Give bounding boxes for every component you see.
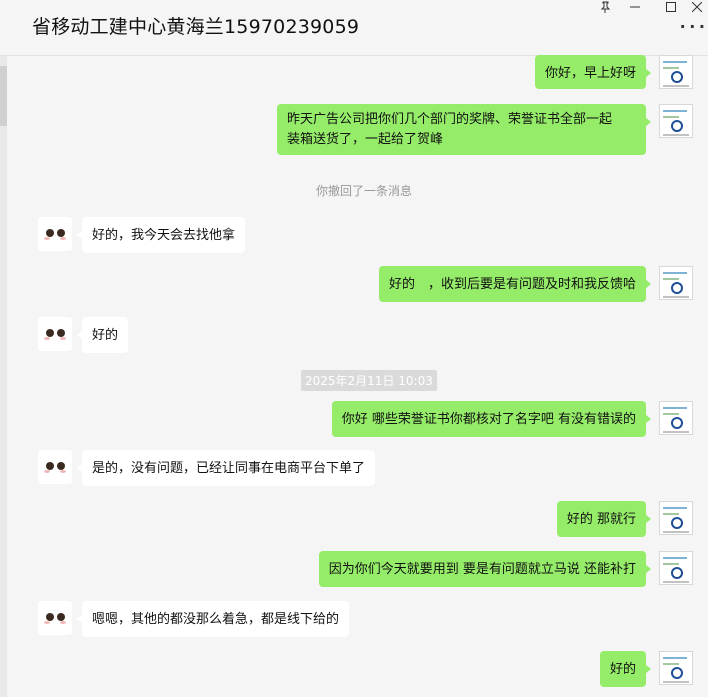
my-avatar[interactable] [659,501,693,535]
minimize-icon[interactable] [624,0,646,17]
message-bubble-sent[interactable]: 好的 那就行 [556,501,652,537]
message-text: 好的，我今天会去找他拿 [92,228,236,243]
contact-avatar[interactable] [38,450,72,484]
my-avatar[interactable] [659,104,693,138]
message-text: 你好，早上好呀 [544,66,636,81]
timestamp: 2025年2月11日 10:03 [301,370,437,391]
message-text: 好的 [609,662,636,677]
my-avatar[interactable] [659,401,693,435]
my-avatar[interactable] [659,55,693,89]
chat-title: 省移动工建中心黄海兰15970239059 [32,16,360,38]
close-icon[interactable] [686,0,708,17]
message-bubble-received[interactable]: 好的，我今天会去找他拿 [76,217,246,253]
message-bubble-sent[interactable]: 你好 哪些荣誉证书你都核对了名字吧 有没有错误的 [331,401,652,437]
title-bar: 省移动工建中心黄海兰15970239059 · · · [0,0,708,56]
my-avatar[interactable] [659,266,693,300]
recall-notice: 你撤回了一条消息 [316,184,413,198]
my-avatar[interactable] [659,551,693,585]
more-options-icon[interactable]: · · · [680,17,705,36]
message-bubble-sent[interactable]: 好的 ，收到后要是有问题及时和我反馈哈 [378,266,652,302]
message-bubble-sent[interactable]: 好的 [599,651,652,687]
message-text-line: 昨天广告公司把你们几个部门的奖牌、荣誉证书全部一起 [287,112,613,127]
message-bubble-received[interactable]: 是的，没有问题，已经让同事在电商平台下单了 [76,450,376,486]
message-text: 嗯嗯，其他的都没那么着急，都是线下给的 [92,612,340,627]
contact-avatar[interactable] [38,601,72,635]
contact-avatar[interactable] [38,317,72,351]
message-text: 好的 那就行 [566,512,636,527]
message-bubble-received[interactable]: 好的 [76,317,129,353]
message-bubble-sent[interactable]: 昨天广告公司把你们几个部门的奖牌、荣誉证书全部一起 装箱送货了，一起给了贺峰 [277,104,651,155]
my-avatar[interactable] [659,651,693,685]
message-text: 你好 哪些荣誉证书你都核对了名字吧 有没有错误的 [341,412,636,427]
message-text: 好的 ，收到后要是有问题及时和我反馈哈 [388,277,636,292]
pin-icon[interactable] [594,0,616,17]
message-text: 好的 [92,328,119,343]
message-text: 因为你们今天就要用到 要是有问题就立马说 还能补打 [328,562,636,577]
contact-avatar[interactable] [38,217,72,251]
message-bubble-sent[interactable]: 你好，早上好呀 [534,55,652,89]
scrollbar-thumb[interactable] [0,66,7,126]
message-bubble-received[interactable]: 嗯嗯，其他的都没那么着急，都是线下给的 [76,601,350,637]
message-text-line: 装箱送货了，一起给了贺峰 [287,132,444,147]
sidebar-edge [0,56,7,697]
message-text: 是的，没有问题，已经让同事在电商平台下单了 [92,461,366,476]
maximize-icon[interactable] [660,0,682,17]
message-bubble-sent[interactable]: 因为你们今天就要用到 要是有问题就立马说 还能补打 [318,551,652,587]
